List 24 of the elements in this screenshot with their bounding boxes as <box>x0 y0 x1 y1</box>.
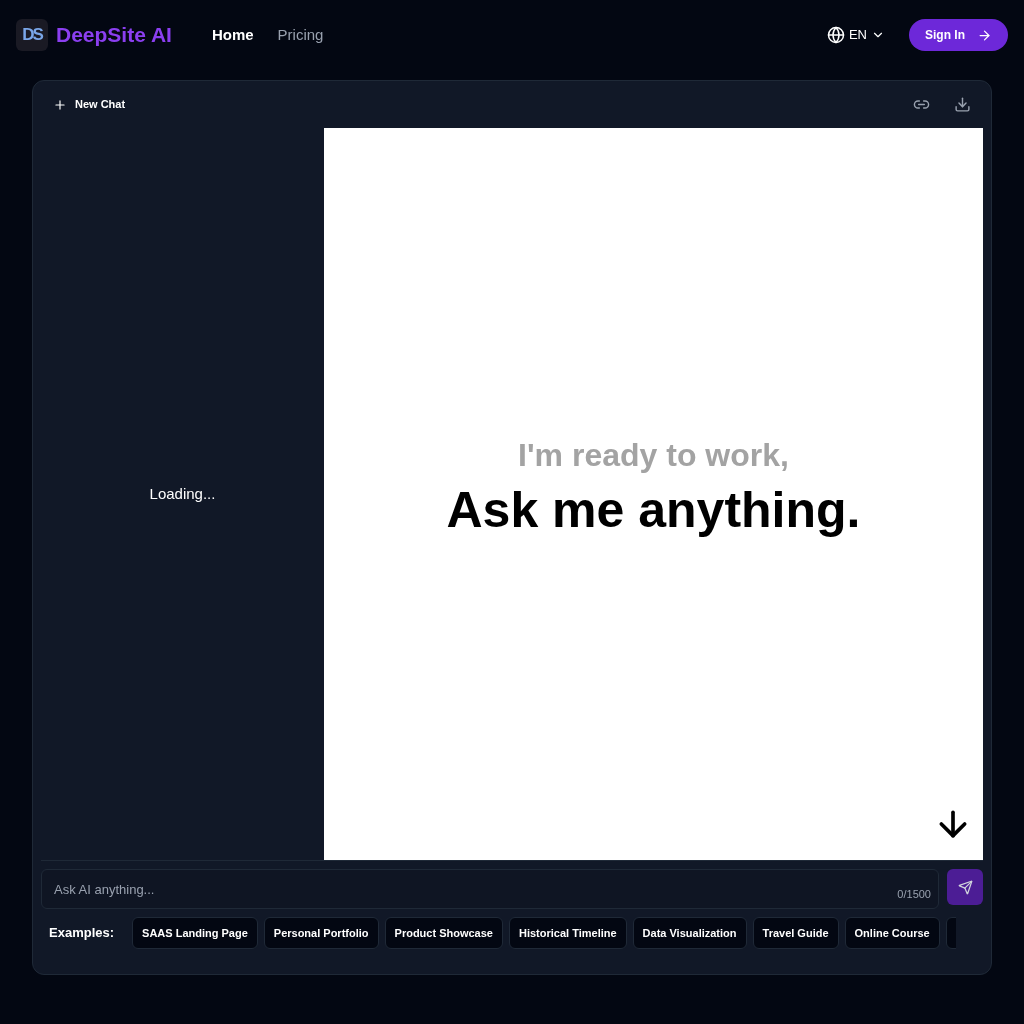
new-chat-button[interactable]: New Chat <box>53 96 126 113</box>
plus-icon <box>53 97 67 112</box>
examples-label: Examples: <box>49 924 115 943</box>
character-counter: 0/1500 <box>897 886 931 902</box>
example-chip[interactable]: Data Visualization <box>632 917 747 949</box>
example-chip[interactable]: Personal Portfolio <box>263 917 379 949</box>
send-button[interactable] <box>947 869 983 905</box>
send-icon <box>957 879 973 895</box>
sign-in-button[interactable]: Sign In <box>909 19 1008 51</box>
example-chip[interactable]: Online Course <box>844 917 940 949</box>
logo-mark: DS <box>16 19 48 51</box>
example-chip[interactable]: Travel Guide <box>752 917 839 949</box>
preview-subtitle: I'm ready to work, <box>518 435 789 475</box>
example-chip[interactable]: Product Showcase <box>384 917 503 949</box>
loading-text: Loading... <box>149 483 216 504</box>
nav-link[interactable]: Pricing <box>277 23 324 47</box>
language-selector[interactable]: EN <box>826 25 885 45</box>
download-icon[interactable] <box>954 96 971 113</box>
preview-title: Ask me anything. <box>446 480 861 540</box>
nav-link[interactable]: Home <box>211 23 254 47</box>
brand-name[interactable]: DeepSite AI <box>56 19 172 51</box>
example-chip[interactable]: SAAS Landing Page <box>132 917 258 949</box>
globe-icon <box>826 26 845 44</box>
example-chip[interactable]: Historical Timeline <box>508 917 627 949</box>
